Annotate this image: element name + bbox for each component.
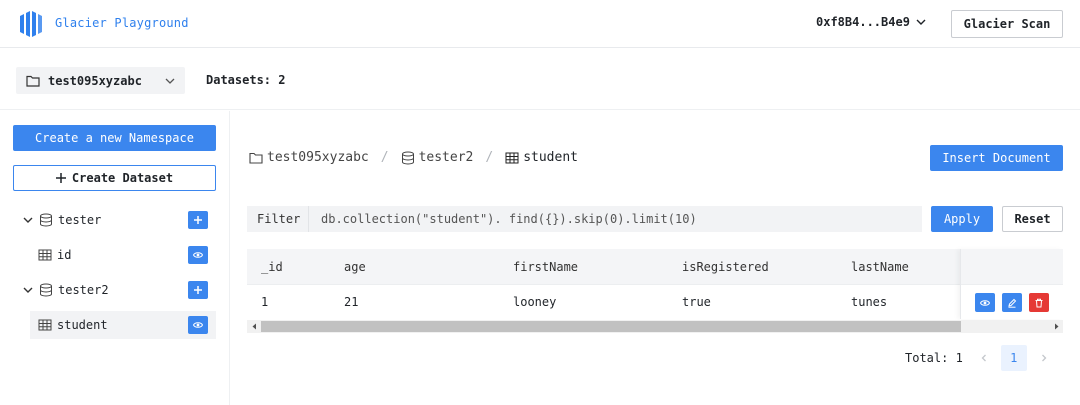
folder-icon	[26, 75, 40, 87]
scrollbar-thumb[interactable]	[261, 321, 961, 332]
chevron-down-icon	[165, 78, 175, 84]
next-page-button[interactable]	[1031, 345, 1057, 371]
database-icon	[401, 151, 414, 165]
prev-page-button[interactable]	[971, 345, 997, 371]
add-collection-button[interactable]	[188, 281, 208, 299]
view-collection-button[interactable]	[188, 246, 208, 264]
table-icon	[505, 152, 519, 163]
row-actions-column	[960, 249, 1063, 319]
column-header: isRegistered	[682, 260, 769, 274]
scroll-right-arrow-icon[interactable]	[1050, 321, 1062, 332]
table-cell: looney	[513, 295, 557, 309]
eye-icon	[193, 322, 203, 328]
tree-collection-student[interactable]: student	[30, 311, 216, 339]
reset-button[interactable]: Reset	[1002, 206, 1063, 232]
add-collection-button[interactable]	[188, 211, 208, 229]
chevron-right-icon	[1041, 354, 1047, 362]
namespace-select[interactable]: test095xyzabc	[16, 67, 185, 94]
table-cell: tunes	[851, 295, 888, 309]
breadcrumb-collection: student	[523, 150, 578, 165]
breadcrumb-dataset[interactable]: tester2	[419, 150, 474, 165]
eye-icon	[193, 252, 203, 258]
pencil-icon	[1008, 298, 1017, 308]
breadcrumb-separator: /	[380, 150, 389, 165]
total-count: Total: 1	[905, 351, 963, 365]
eye-icon	[980, 299, 990, 306]
database-icon	[40, 213, 52, 227]
horizontal-scrollbar[interactable]	[247, 320, 1063, 333]
documents-table: _id age firstName isRegistered lastName …	[247, 249, 1063, 334]
breadcrumb-namespace[interactable]: test095xyzabc	[267, 150, 369, 165]
wallet-address-dropdown[interactable]: 0xf8B4...B4e9	[816, 15, 926, 29]
filter-label: Filter	[247, 206, 309, 232]
table-icon	[38, 249, 52, 261]
top-header: Glacier Playground 0xf8B4...B4e9 Glacier…	[0, 0, 1080, 48]
filter-query-input[interactable]: db.collection("student"). find({}).skip(…	[309, 212, 697, 226]
edit-document-button[interactable]	[1002, 293, 1022, 312]
sidebar: Create a new Namespace Create Dataset te…	[0, 111, 230, 405]
tree-label: student	[57, 318, 108, 332]
chevron-down-icon	[23, 287, 33, 293]
page-number-button[interactable]: 1	[1000, 345, 1027, 371]
create-dataset-button[interactable]: Create Dataset	[13, 165, 216, 191]
trash-icon	[1035, 298, 1043, 307]
tree-collection-id[interactable]: id	[30, 241, 216, 269]
create-namespace-button[interactable]: Create a new Namespace	[13, 125, 216, 151]
column-header: _id	[261, 260, 283, 274]
plus-icon	[194, 216, 202, 224]
pagination: Total: 1 1	[905, 345, 1057, 371]
table-header	[247, 249, 1063, 284]
glacier-scan-button[interactable]: Glacier Scan	[951, 10, 1063, 38]
tree-label: id	[57, 248, 72, 262]
create-dataset-label: Create Dataset	[71, 171, 174, 185]
table-cell: true	[682, 295, 711, 309]
view-collection-button[interactable]	[188, 316, 208, 334]
breadcrumb-separator: /	[485, 150, 494, 165]
breadcrumb: test095xyzabc / tester2 / student	[249, 150, 578, 165]
table-cell: 1	[261, 295, 269, 309]
namespace-name: test095xyzabc	[48, 73, 142, 88]
column-header: age	[344, 260, 366, 274]
database-icon	[40, 283, 52, 297]
insert-document-button[interactable]: Insert Document	[930, 145, 1063, 171]
tree-dataset-tester2[interactable]: tester2	[22, 276, 216, 304]
tree-label: tester2	[58, 283, 109, 297]
folder-icon	[249, 152, 263, 164]
view-document-button[interactable]	[975, 293, 995, 312]
wallet-address: 0xf8B4...B4e9	[816, 15, 910, 29]
namespace-bar: test095xyzabc Datasets: 2	[0, 49, 1080, 110]
datasets-count: Datasets: 2	[206, 73, 286, 87]
scroll-left-arrow-icon[interactable]	[248, 321, 260, 332]
plus-icon	[194, 286, 202, 294]
tree-dataset-tester[interactable]: tester	[22, 206, 216, 234]
row-divider	[247, 284, 1063, 285]
plus-icon	[55, 173, 66, 183]
table-cell: 21	[344, 295, 359, 309]
apply-button[interactable]: Apply	[931, 206, 993, 232]
delete-document-button[interactable]	[1029, 293, 1049, 312]
column-header: firstName	[513, 260, 579, 274]
tree-label: tester	[58, 213, 102, 227]
chevron-down-icon	[23, 217, 33, 223]
chevron-down-icon	[916, 19, 926, 25]
chevron-left-icon	[981, 354, 986, 362]
table-icon	[38, 319, 52, 331]
glacier-logo-icon	[20, 11, 42, 37]
filter-bar: Filter db.collection("student"). find({}…	[247, 206, 922, 232]
app-title: Glacier Playground	[55, 16, 189, 30]
column-header: lastName	[851, 260, 909, 274]
